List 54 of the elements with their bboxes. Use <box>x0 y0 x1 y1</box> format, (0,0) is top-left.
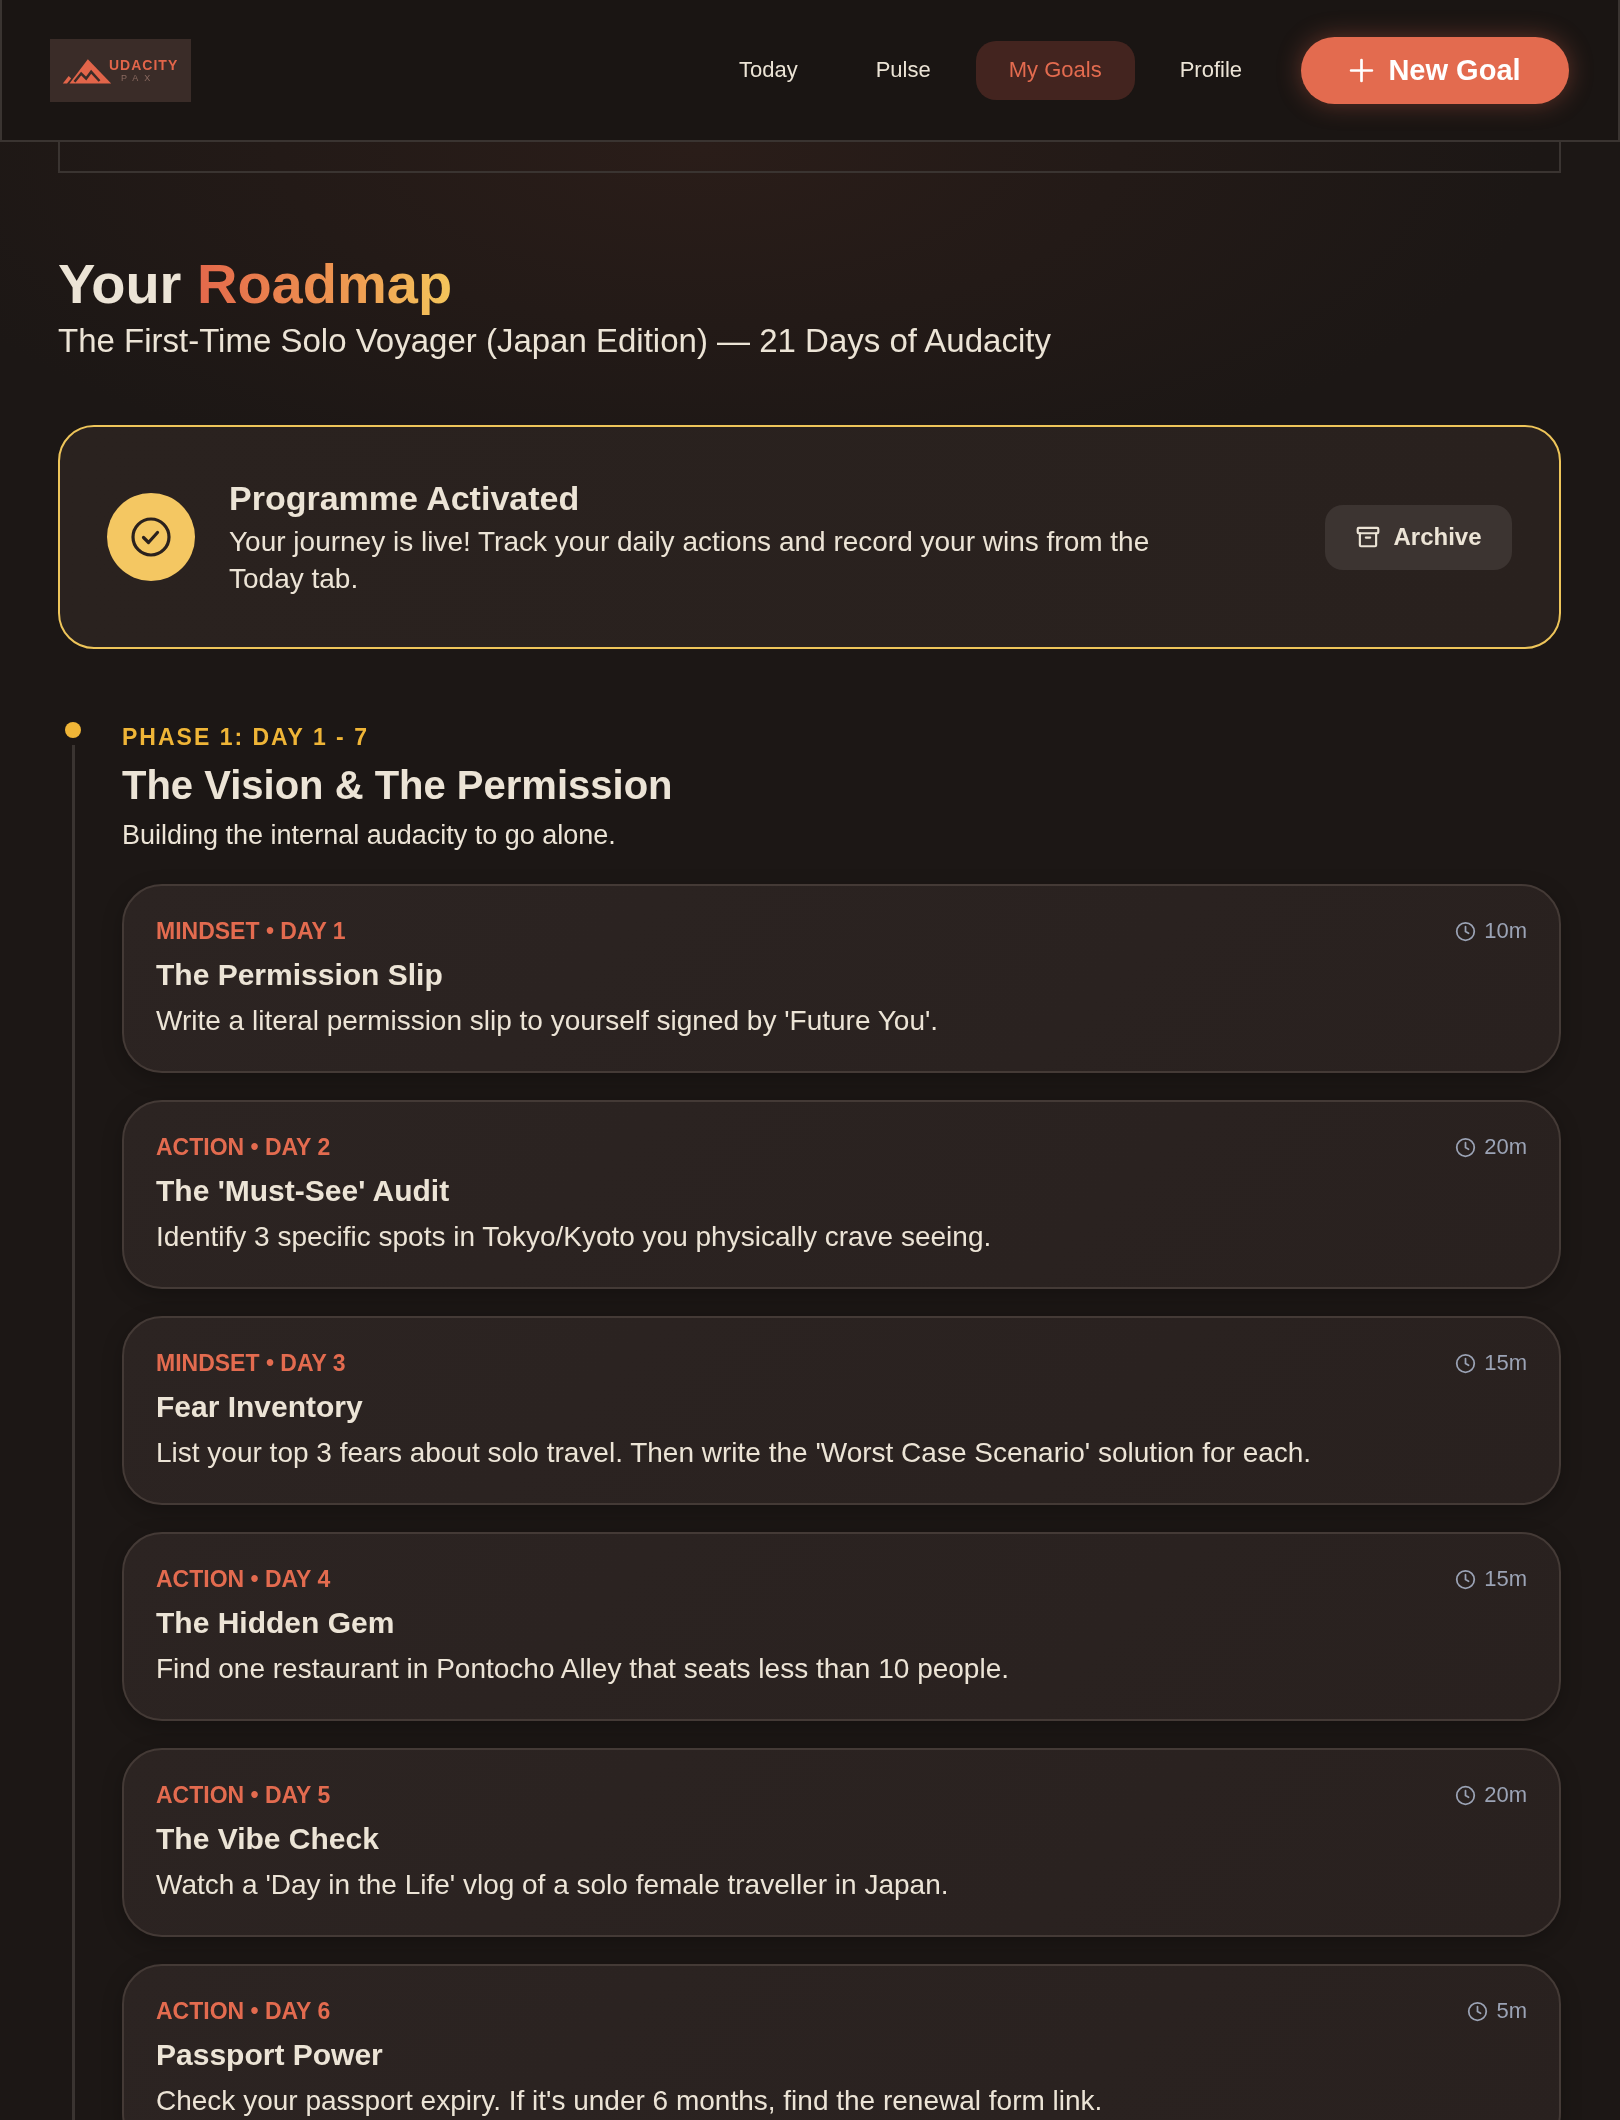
task-description: Check your passport expiry. If it's under 6 months, find the renewal form link. <box>156 2084 1104 2118</box>
clock-icon <box>1467 2000 1489 2022</box>
phase-title: The Vision & The Permission <box>122 762 674 809</box>
task-tag: MINDSET • DAY 1 <box>156 916 346 946</box>
task-duration: 20m <box>1484 1781 1527 1809</box>
task-description: Watch a 'Day in the Life' vlog of a solo female traveller in Japan. <box>156 1868 950 1902</box>
task-duration: 10m <box>1484 917 1527 945</box>
task-title: Fear Inventory <box>156 1389 364 1425</box>
clock-icon <box>1455 1784 1477 1806</box>
task-tag: MINDSET • DAY 3 <box>156 1348 346 1378</box>
task-duration: 15m <box>1484 1349 1527 1377</box>
task-tag: ACTION • DAY 2 <box>156 1132 331 1162</box>
task-tag: ACTION • DAY 4 <box>156 1564 331 1594</box>
task-description: Write a literal permission slip to yourself signed by 'Future You'. <box>156 1004 940 1038</box>
banner-message: Your journey is live! Track your daily actions and record your wins from the Today tab. <box>229 525 1151 596</box>
clock-icon <box>1455 1568 1477 1590</box>
task-card[interactable]: ACTION • DAY 4 15m The Hidden Gem Find one restaurant in Pontocho Alley that seats less than 10 people. <box>122 1532 1561 1721</box>
clock-icon <box>1455 920 1477 942</box>
task-title: Passport Power <box>156 2037 384 2073</box>
banner-title: Programme Activated <box>229 478 581 519</box>
task-title: The Permission Slip <box>156 957 444 993</box>
task-card[interactable]: MINDSET • DAY 1 10m The Permission Slip Write a literal permission slip to yourself signed by 'Future You'. <box>122 884 1561 1073</box>
nav-tab[interactable]: Pulse <box>842 40 964 100</box>
nav-tab[interactable]: My Goals <box>975 40 1135 100</box>
task-card[interactable]: ACTION • DAY 2 20m The 'Must-See' Audit Identify 3 specific spots in Tokyo/Kyoto you physically crave seeing. <box>122 1100 1561 1289</box>
nav-tab[interactable]: Profile <box>1146 40 1275 100</box>
task-duration: 20m <box>1484 1133 1527 1161</box>
task-title: The 'Must-See' Audit <box>156 1173 451 1209</box>
task-title: The Vibe Check <box>156 1821 380 1857</box>
phase-label: PHASE 1: DAY 1 - 7 <box>122 723 370 752</box>
task-duration: 15m <box>1484 1565 1527 1593</box>
timeline-dot-icon <box>65 722 81 738</box>
logo-tagline: PAX <box>121 72 157 84</box>
task-description: Identify 3 specific spots in Tokyo/Kyoto you physically crave seeing. <box>156 1220 993 1254</box>
check-circle-icon <box>107 493 195 581</box>
archive-icon <box>1355 524 1382 550</box>
clock-icon <box>1455 1136 1477 1158</box>
task-card[interactable]: ACTION • DAY 5 20m The Vibe Check Watch a 'Day in the Life' vlog of a solo female traveller in Japan. <box>122 1748 1561 1937</box>
clock-icon <box>1455 1352 1477 1374</box>
nav-tab[interactable]: Today <box>705 40 831 100</box>
plus-icon <box>1349 57 1375 83</box>
logo[interactable]: UDACITY PAX <box>50 38 191 102</box>
task-description: List your top 3 fears about solo travel. Then write the 'Worst Case Scenario' solution for each. <box>156 1436 1313 1470</box>
task-card[interactable]: ACTION • DAY 6 5m Passport Power Check your passport expiry. If it's under 6 months, find the renewal form link. <box>122 1964 1561 2120</box>
phase-description: Building the internal audacity to go alone. <box>122 819 617 852</box>
task-card[interactable]: MINDSET • DAY 3 15m Fear Inventory List your top 3 fears about solo travel. Then write the 'Worst Case Scenario' solution for each. <box>122 1316 1561 1505</box>
task-duration: 5m <box>1496 1997 1527 2025</box>
page-subtitle: The First-Time Solo Voyager (Japan Edition) — 21 Days of Audacity <box>58 322 1052 360</box>
task-description: Find one restaurant in Pontocho Alley that seats less than 10 people. <box>156 1652 1010 1686</box>
task-tag: ACTION • DAY 5 <box>156 1780 331 1810</box>
task-title: The Hidden Gem <box>156 1605 396 1641</box>
logo-wordmark: UDACITY <box>109 56 179 73</box>
task-tag: ACTION • DAY 6 <box>156 1996 331 2026</box>
archive-button[interactable]: Archive <box>1325 504 1512 570</box>
